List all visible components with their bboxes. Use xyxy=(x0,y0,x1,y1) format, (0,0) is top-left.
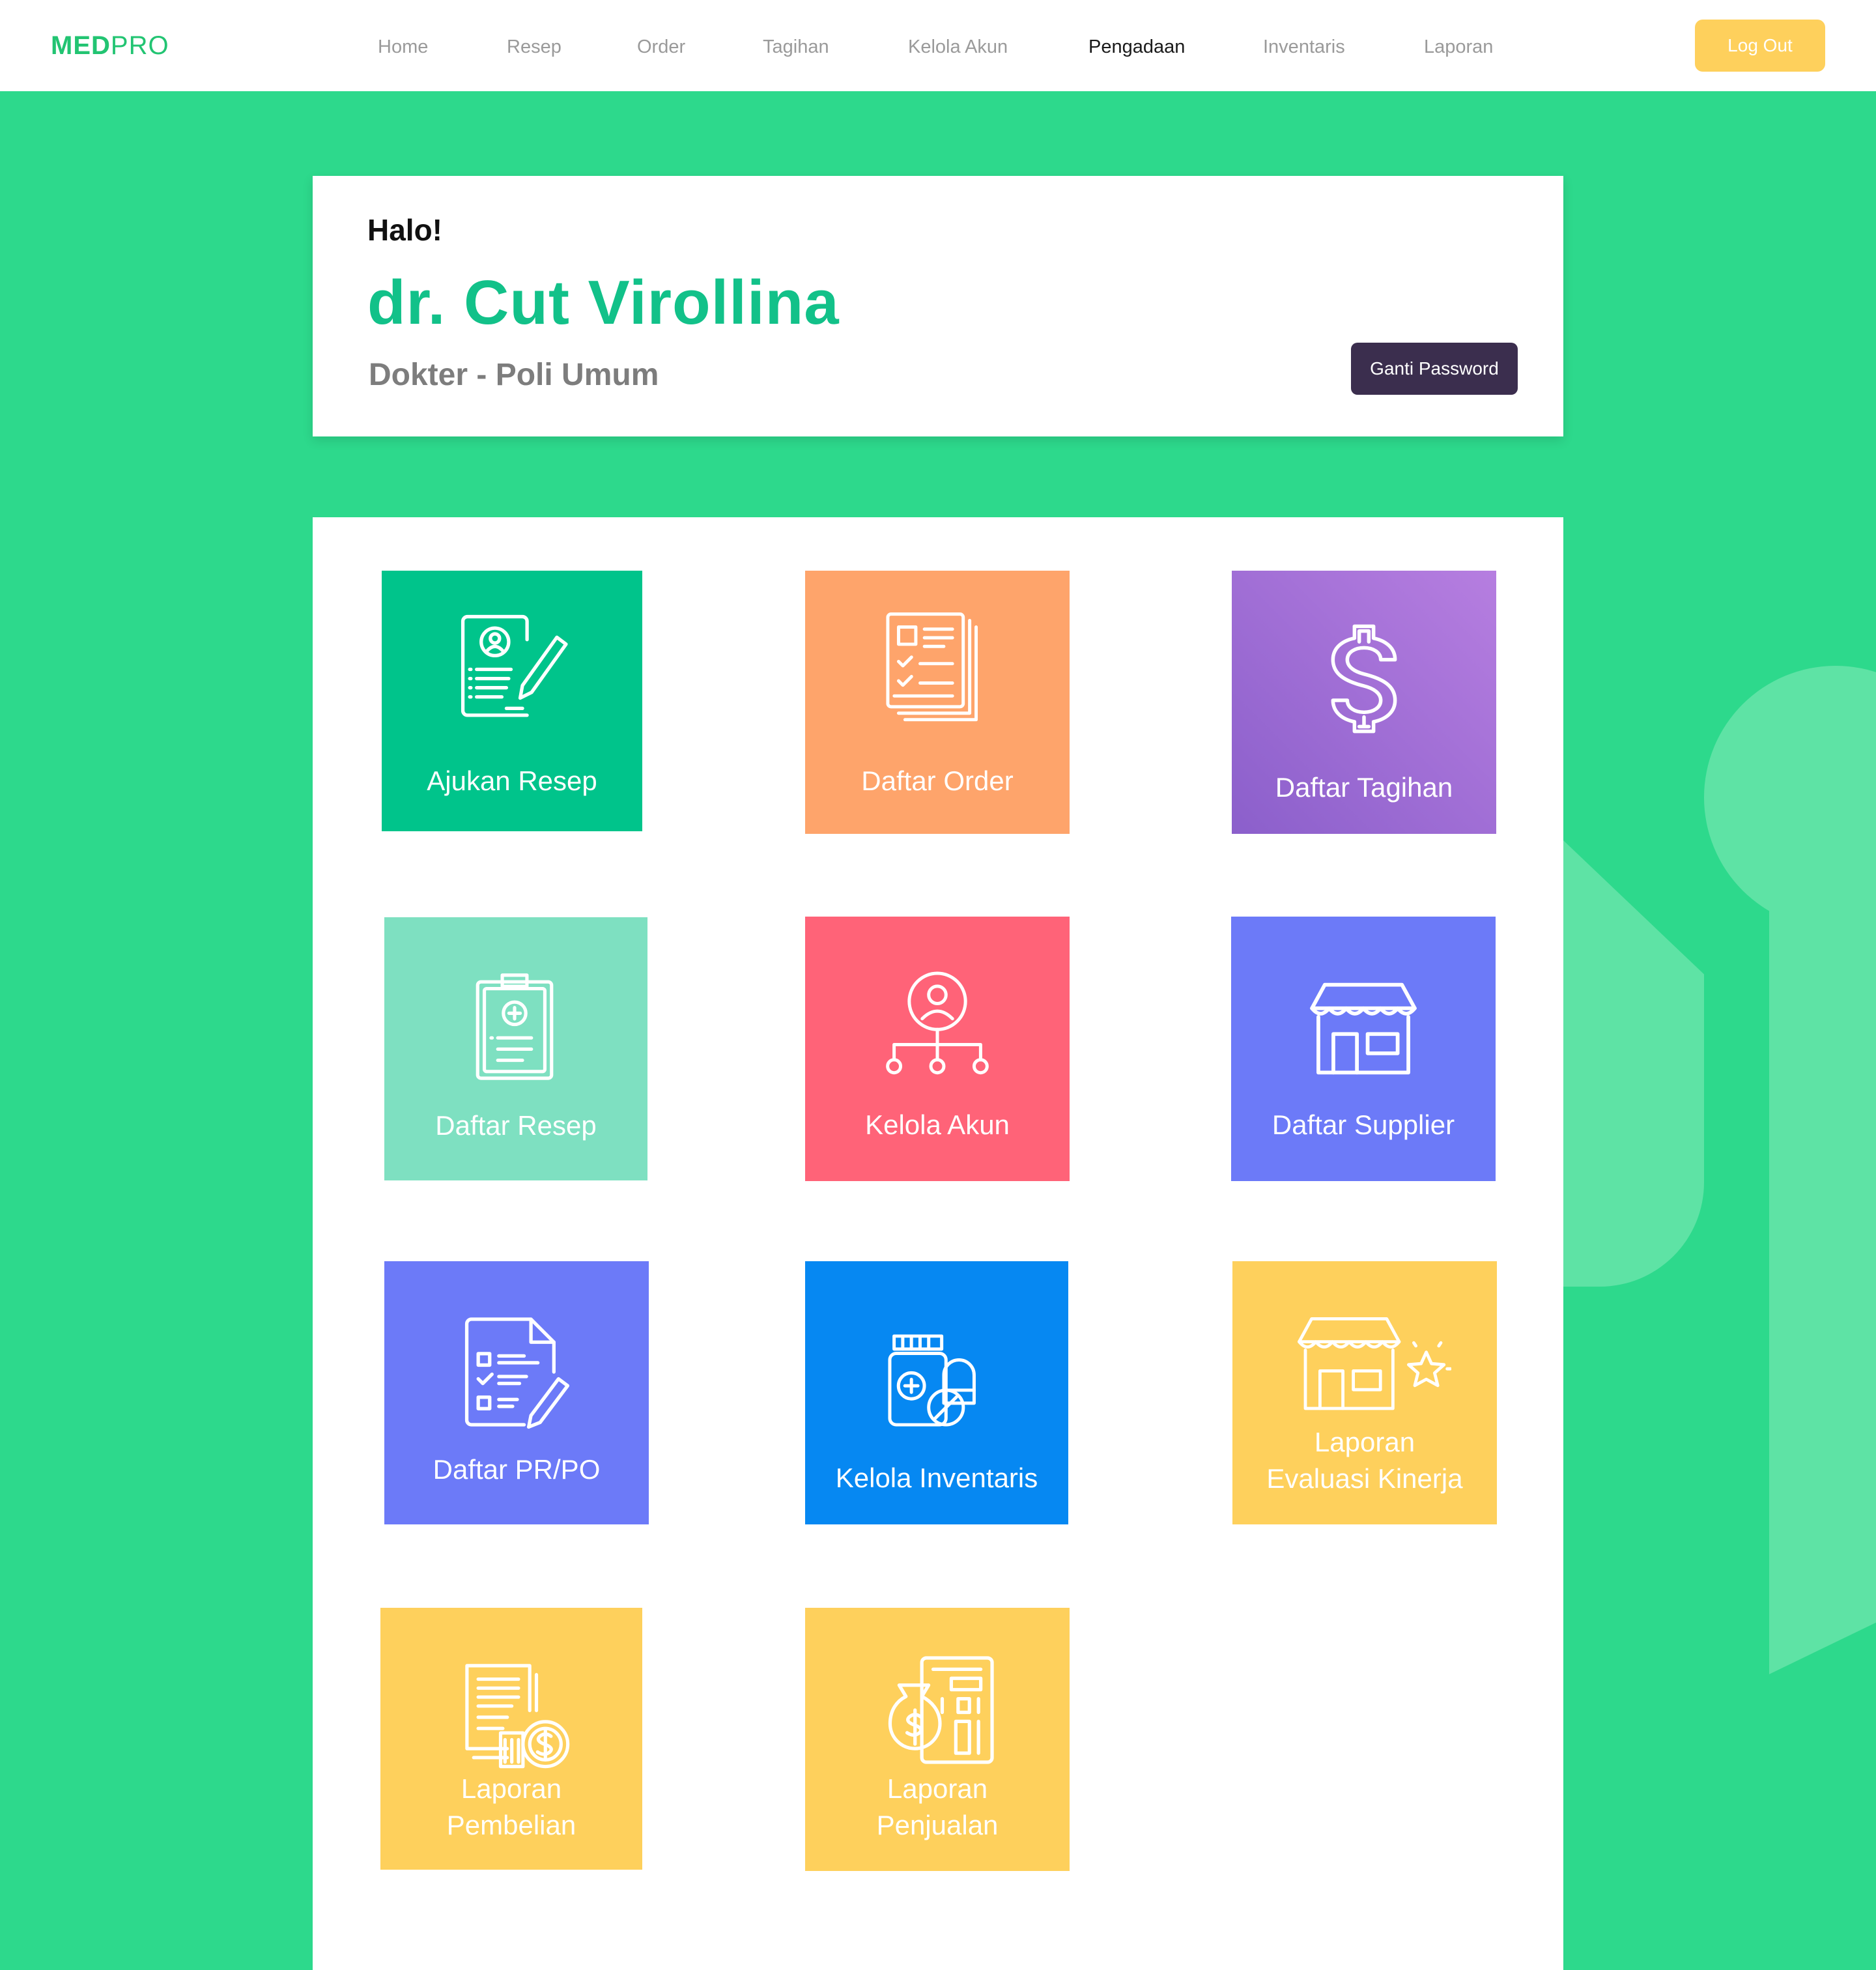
nav-item-resep[interactable]: Resep xyxy=(507,36,561,58)
tile-daftar-order[interactable]: Daftar Order xyxy=(805,571,1070,834)
tile-label: Daftar PR/PO xyxy=(433,1454,601,1485)
user-role: Dokter - Poli Umum xyxy=(369,358,659,392)
tile-label-line2: Penjualan xyxy=(876,1810,999,1840)
tile-label-line2: Pembelian xyxy=(446,1810,576,1840)
change-password-button[interactable]: Ganti Password xyxy=(1351,343,1518,395)
tile-label-line1: Laporan xyxy=(887,1773,988,1804)
brand-part-med: MED xyxy=(51,31,111,60)
top-navbar: MEDPRO Home Resep Order Tagihan Kelola A… xyxy=(0,0,1876,91)
nav-item-order[interactable]: Order xyxy=(637,36,685,58)
purchase-report-icon xyxy=(465,1664,570,1769)
tile-label: Laporan Evaluasi Kinerja xyxy=(1232,1424,1497,1497)
tile-laporan-pembelian[interactable]: Laporan Pembelian xyxy=(380,1608,642,1870)
nav-item-tagihan[interactable]: Tagihan xyxy=(763,36,829,58)
tile-label: Kelola Inventaris xyxy=(835,1463,1038,1493)
profile-card: Halo! dr. Cut Virollina Dokter - Poli Um… xyxy=(313,176,1563,436)
tile-label: Laporan Penjualan xyxy=(805,1771,1070,1844)
tile-label: Daftar Supplier xyxy=(1272,1109,1455,1140)
tile-ajukan-resep[interactable]: Ajukan Resep xyxy=(382,571,642,831)
menu-panel: Ajukan Resep Daftar Order Daftar Tagihan xyxy=(313,517,1563,1970)
medicine-bottle-pill-icon xyxy=(888,1334,976,1427)
tile-label: Kelola Akun xyxy=(865,1109,1010,1140)
tile-label-line1: Laporan xyxy=(1314,1427,1415,1457)
tile-daftar-resep[interactable]: Daftar Resep xyxy=(384,917,647,1180)
order-list-icon xyxy=(886,612,978,722)
prescription-form-icon xyxy=(461,614,568,717)
tile-kelola-inventaris[interactable]: Kelola Inventaris xyxy=(805,1261,1068,1524)
user-name: dr. Cut Virollina xyxy=(367,268,840,337)
store-icon xyxy=(1310,982,1417,1075)
sales-calculator-icon xyxy=(888,1656,994,1764)
tile-label: Daftar Resep xyxy=(435,1110,597,1141)
tile-kelola-akun[interactable]: Kelola Akun xyxy=(805,917,1070,1181)
decorative-blob-stem xyxy=(1769,808,1876,1674)
nav-item-laporan[interactable]: Laporan xyxy=(1424,36,1493,58)
clipboard-medical-icon xyxy=(476,973,554,1080)
tile-laporan-evaluasi-kinerja[interactable]: Laporan Evaluasi Kinerja xyxy=(1232,1261,1497,1524)
dollar-icon xyxy=(1331,624,1397,734)
tile-label-line1: Laporan xyxy=(461,1773,562,1804)
brand-logo[interactable]: MEDPRO xyxy=(51,29,169,63)
user-network-icon xyxy=(886,971,989,1075)
greeting-text: Halo! xyxy=(367,213,442,247)
tile-label: Daftar Tagihan xyxy=(1275,772,1453,803)
nav-item-pengadaan[interactable]: Pengadaan xyxy=(1088,36,1185,58)
checklist-document-icon xyxy=(464,1317,570,1429)
tile-daftar-pr-po[interactable]: Daftar PR/PO xyxy=(384,1261,649,1524)
decorative-blob-left xyxy=(1563,840,1704,1287)
store-star-icon xyxy=(1298,1317,1451,1410)
tile-daftar-tagihan[interactable]: Daftar Tagihan xyxy=(1232,571,1496,834)
tile-label-line2: Evaluasi Kinerja xyxy=(1266,1463,1463,1494)
nav-item-kelola-akun[interactable]: Kelola Akun xyxy=(908,36,1008,58)
tile-label: Ajukan Resep xyxy=(427,765,597,796)
nav-item-home[interactable]: Home xyxy=(378,36,428,58)
tile-label: Laporan Pembelian xyxy=(380,1771,642,1844)
logout-button[interactable]: Log Out xyxy=(1695,20,1825,72)
nav-item-inventaris[interactable]: Inventaris xyxy=(1263,36,1345,58)
brand-part-pro: PRO xyxy=(110,31,169,60)
tile-laporan-penjualan[interactable]: Laporan Penjualan xyxy=(805,1608,1070,1871)
tile-daftar-supplier[interactable]: Daftar Supplier xyxy=(1231,917,1496,1181)
tile-label: Daftar Order xyxy=(861,765,1014,796)
